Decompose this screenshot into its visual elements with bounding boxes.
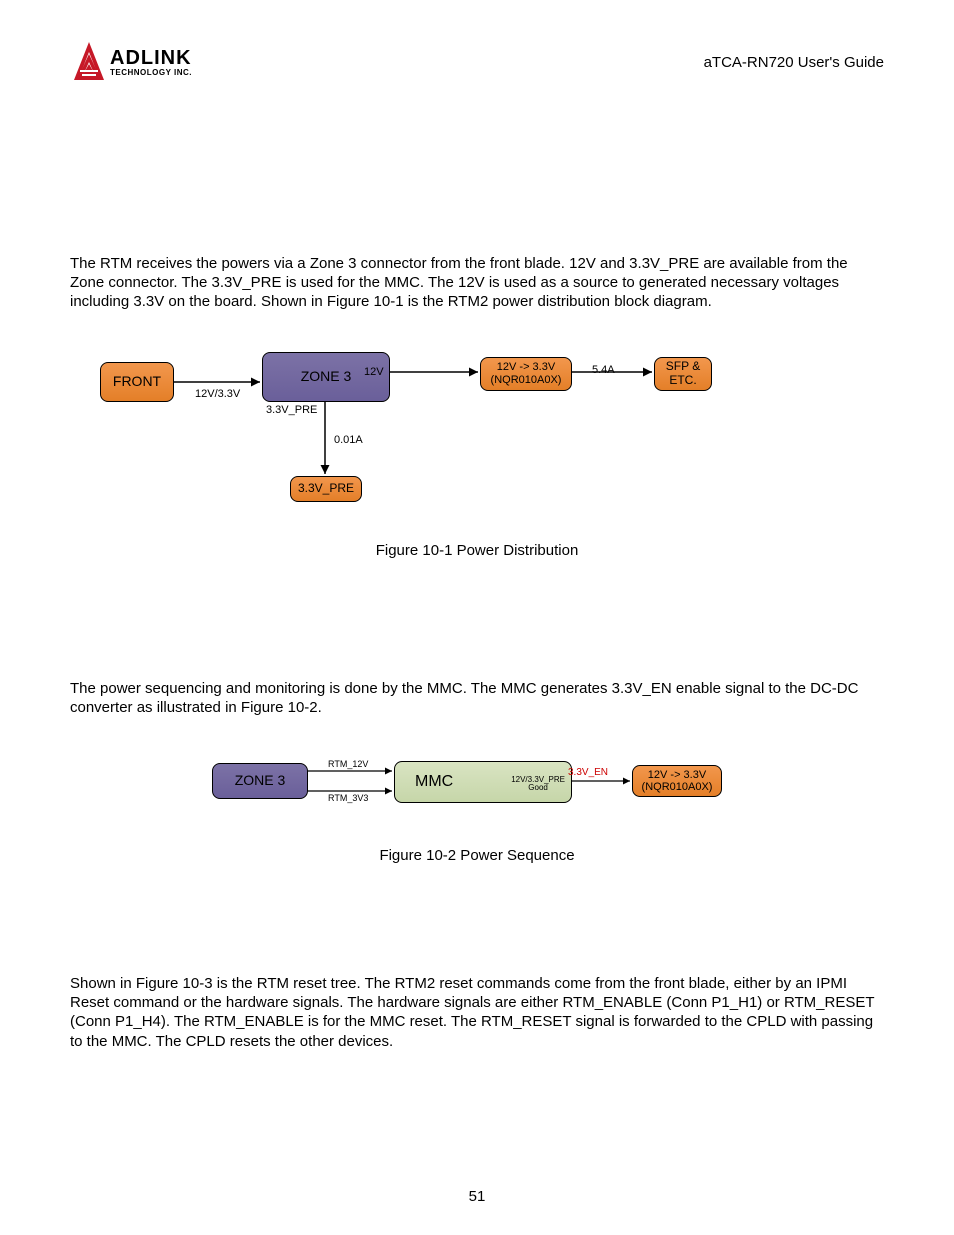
figure-10-1: FRONT ZONE 3 12V -> 3.3V (NQR010A0X) SFP… xyxy=(100,352,740,522)
figure-10-1-arrows xyxy=(100,352,740,522)
box-33vpre: 3.3V_PRE xyxy=(290,476,362,502)
adlink-logo-icon xyxy=(70,40,108,84)
mmc-sub-label: 12V/3.3V_PRE Good xyxy=(511,776,565,792)
box-converter-2: 12V -> 3.3V (NQR010A0X) xyxy=(632,765,722,797)
page-header: ADLINK TECHNOLOGY INC. aTCA-RN720 User's… xyxy=(70,40,884,84)
paragraph-1: The RTM receives the powers via a Zone 3… xyxy=(70,254,884,312)
figure-10-2-caption: Figure 10-2 Power Sequence xyxy=(70,847,884,864)
paragraph-2: The power sequencing and monitoring is d… xyxy=(70,679,884,717)
label-5.4a: 5.4A xyxy=(592,364,615,376)
figure-10-1-caption: Figure 10-1 Power Distribution xyxy=(70,542,884,559)
document-title: aTCA-RN720 User's Guide xyxy=(704,54,884,71)
label-rtm-12v: RTM_12V xyxy=(328,759,368,769)
page-number: 51 xyxy=(0,1188,954,1205)
logo-subtext: TECHNOLOGY INC. xyxy=(110,68,192,77)
label-12v: 12V xyxy=(364,366,384,378)
logo: ADLINK TECHNOLOGY INC. xyxy=(70,40,192,84)
figure-10-2: ZONE 3 MMC 12V/3.3V_PRE Good 12V -> 3.3V… xyxy=(212,757,742,807)
box-front: FRONT xyxy=(100,362,174,402)
label-0.01a: 0.01A xyxy=(334,434,363,446)
label-3.3v-en: 3.3V_EN xyxy=(568,767,608,778)
box-zone3-2: ZONE 3 xyxy=(212,763,308,799)
box-sfp: SFP & ETC. xyxy=(654,357,712,391)
logo-brand: ADLINK xyxy=(110,47,192,70)
paragraph-3: Shown in Figure 10-3 is the RTM reset tr… xyxy=(70,974,884,1051)
box-converter: 12V -> 3.3V (NQR010A0X) xyxy=(480,357,572,391)
label-12v-3.3v: 12V/3.3V xyxy=(195,388,240,400)
label-rtm-3v3: RTM_3V3 xyxy=(328,793,368,803)
mmc-label: MMC xyxy=(415,773,453,791)
box-mmc: MMC 12V/3.3V_PRE Good xyxy=(394,761,572,803)
label-3.3v-pre: 3.3V_PRE xyxy=(266,404,317,416)
